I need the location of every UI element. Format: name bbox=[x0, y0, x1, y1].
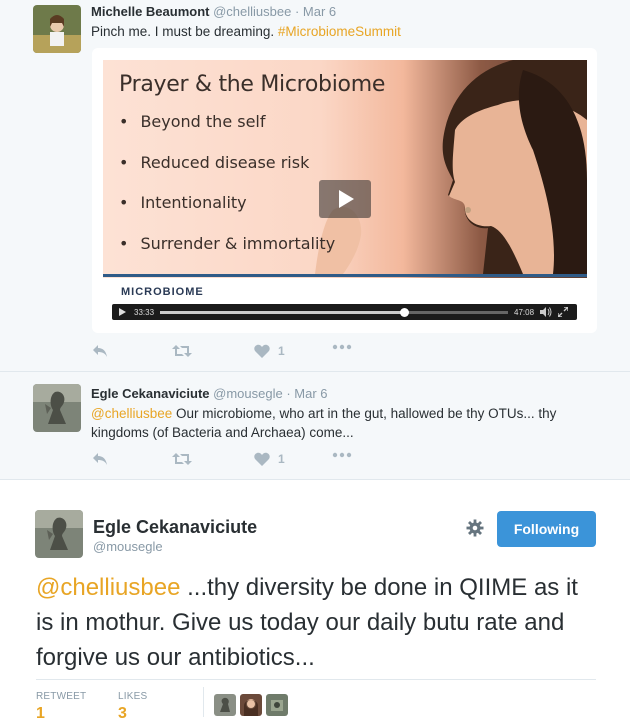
liker-avatars bbox=[214, 694, 288, 716]
retweet-button[interactable] bbox=[172, 344, 192, 358]
divider bbox=[36, 679, 596, 680]
more-button[interactable] bbox=[332, 452, 352, 458]
tweet-text: Pinch me. I must be dreaming. #Microbiom… bbox=[91, 22, 596, 41]
more-button[interactable] bbox=[332, 344, 352, 350]
expanded-tweet: Egle Cekanaviciute @mousegle Following @… bbox=[0, 481, 630, 727]
liker-avatar[interactable] bbox=[240, 694, 262, 716]
tweet-header: Egle Cekanaviciute @mousegle · Mar 6 bbox=[91, 386, 328, 401]
tweet-egle-reply[interactable]: Egle Cekanaviciute @mousegle · Mar 6 @ch… bbox=[0, 372, 630, 480]
like-count: 1 bbox=[278, 452, 285, 466]
retweet-icon bbox=[172, 345, 192, 357]
brand-text: MICROBIOME bbox=[121, 286, 204, 298]
slide-divider bbox=[103, 274, 587, 277]
retweet-stat[interactable]: RETWEET 1 bbox=[36, 691, 86, 723]
display-name[interactable]: Egle Cekanaviciute bbox=[93, 517, 257, 538]
play-button[interactable] bbox=[319, 180, 371, 218]
elapsed-time: 33:33 bbox=[134, 308, 155, 317]
reply-button[interactable] bbox=[92, 344, 108, 358]
tweet-text-body: Pinch me. I must be dreaming. bbox=[91, 24, 278, 39]
like-button[interactable]: 1 bbox=[254, 344, 285, 358]
mention-link[interactable]: @chelliusbee bbox=[36, 574, 180, 601]
video-player[interactable]: Prayer & the Microbiome Beyond the self … bbox=[92, 48, 597, 333]
gear-icon[interactable] bbox=[466, 519, 484, 537]
duration: 47:08 bbox=[514, 308, 535, 317]
play-icon[interactable] bbox=[119, 308, 126, 316]
tweet-text: @chelliusbee ...thy diversity be done in… bbox=[36, 570, 596, 675]
liker-avatar[interactable] bbox=[214, 694, 236, 716]
tweet-header: Michelle Beaumont @chelliusbee · Mar 6 bbox=[91, 4, 336, 19]
likes-stat[interactable]: LIKES 3 bbox=[118, 691, 147, 723]
avatar[interactable] bbox=[33, 5, 81, 53]
more-icon bbox=[332, 452, 352, 458]
slide-bullet: Beyond the self bbox=[119, 112, 335, 153]
avatar[interactable] bbox=[35, 510, 83, 558]
more-icon bbox=[332, 344, 352, 350]
slide-bullet-list: Beyond the self Reduced disease risk Int… bbox=[119, 112, 335, 274]
likes-count: 3 bbox=[118, 705, 127, 722]
retweet-label: RETWEET bbox=[36, 691, 87, 702]
heart-icon bbox=[254, 344, 270, 358]
likes-label: LIKES bbox=[118, 691, 148, 702]
tweet-text: @chelliusbee Our microbiome, who art in … bbox=[91, 404, 596, 442]
mention-link[interactable]: @chelliusbee bbox=[91, 406, 172, 421]
timestamp[interactable]: · Mar 6 bbox=[286, 386, 327, 401]
stats-divider bbox=[203, 687, 204, 717]
slide-title: Prayer & the Microbiome bbox=[119, 72, 386, 97]
reply-button[interactable] bbox=[92, 452, 108, 466]
liker-avatar[interactable] bbox=[266, 694, 288, 716]
following-button[interactable]: Following bbox=[497, 511, 596, 547]
slide-bullet: Surrender & immortality bbox=[119, 234, 335, 275]
like-count: 1 bbox=[278, 344, 285, 358]
reply-icon bbox=[93, 345, 107, 357]
handle[interactable]: @chelliusbee bbox=[213, 4, 291, 19]
video-controls[interactable]: 33:33 47:08 bbox=[112, 304, 577, 320]
avatar[interactable] bbox=[33, 384, 81, 432]
retweet-count: 1 bbox=[36, 705, 45, 722]
reply-icon bbox=[93, 453, 107, 465]
fullscreen-icon[interactable] bbox=[558, 307, 568, 317]
handle[interactable]: @mousegle bbox=[93, 539, 163, 554]
slide-bullet: Intentionality bbox=[119, 193, 335, 234]
retweet-button[interactable] bbox=[172, 452, 192, 466]
display-name[interactable]: Egle Cekanaviciute bbox=[91, 386, 210, 401]
display-name[interactable]: Michelle Beaumont bbox=[91, 4, 209, 19]
slide-bullet: Reduced disease risk bbox=[119, 153, 335, 194]
timestamp[interactable]: · Mar 6 bbox=[295, 4, 336, 19]
retweet-icon bbox=[172, 453, 192, 465]
hashtag-link[interactable]: #MicrobiomeSummit bbox=[278, 24, 401, 39]
like-button[interactable]: 1 bbox=[254, 452, 285, 466]
heart-icon bbox=[254, 452, 270, 466]
seek-bar[interactable] bbox=[160, 308, 508, 317]
volume-icon[interactable] bbox=[540, 307, 552, 317]
tweet-michelle-beaumont[interactable]: Michelle Beaumont @chelliusbee · Mar 6 P… bbox=[0, 0, 630, 372]
seek-progress bbox=[160, 311, 404, 314]
brand-logo: MICROBIOME bbox=[121, 286, 204, 298]
handle[interactable]: @mousegle bbox=[213, 386, 283, 401]
video-slide: Prayer & the Microbiome Beyond the self … bbox=[103, 60, 587, 326]
seek-handle[interactable] bbox=[399, 308, 409, 317]
